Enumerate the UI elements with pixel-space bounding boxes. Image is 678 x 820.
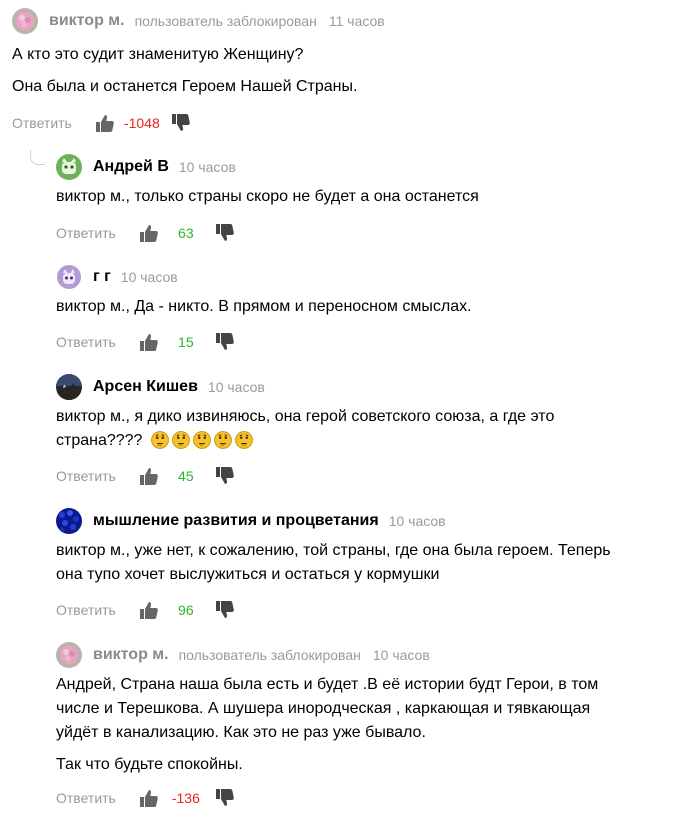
dislike-icon[interactable] — [214, 466, 234, 486]
vote-count: -1048 — [123, 115, 160, 131]
avatar[interactable] — [56, 642, 82, 668]
like-icon[interactable] — [94, 113, 114, 133]
dislike-icon[interactable] — [214, 223, 234, 243]
comment-line: страна???? — [56, 429, 554, 453]
reply-button[interactable]: Ответить — [56, 225, 116, 241]
author-name[interactable]: г г — [93, 268, 111, 286]
dislike-icon[interactable] — [214, 332, 234, 352]
author-name[interactable]: Арсен Кишев — [93, 378, 198, 396]
green-face-icon — [56, 154, 82, 180]
author-name[interactable]: Андрей В — [93, 158, 169, 176]
reply-button[interactable]: Ответить — [12, 115, 72, 131]
avatar[interactable] — [56, 264, 82, 290]
timestamp: 10 часов — [388, 513, 446, 529]
blue-flowers-icon — [56, 508, 82, 534]
comment-text: виктор м., только страны скоро не будет … — [56, 185, 479, 209]
blocked-label: пользователь заблокирован — [178, 647, 361, 663]
vote-count: 15 — [178, 334, 194, 350]
vote-count: 96 — [178, 602, 194, 618]
comment-line: виктор м., только страны скоро не будет … — [56, 188, 479, 205]
dislike-icon[interactable] — [170, 113, 190, 133]
thinking-face-icon — [171, 431, 190, 449]
comment-text: А кто это судит знаменитую Женщину? Она … — [12, 43, 357, 99]
comment-line: виктор м., я дико извиняюсь, она герой с… — [56, 408, 555, 425]
comment-text: Андрей, Страна наша была есть и будет .В… — [56, 673, 598, 777]
like-icon[interactable] — [138, 466, 158, 486]
like-icon[interactable] — [138, 223, 158, 243]
reply-button[interactable]: Ответить — [56, 468, 116, 484]
mountain-photo-icon — [56, 374, 82, 400]
like-icon[interactable] — [138, 332, 158, 352]
dislike-icon[interactable] — [214, 600, 234, 620]
pink-flower-icon — [12, 8, 38, 34]
avatar[interactable] — [56, 374, 82, 400]
blocked-label: пользователь заблокирован — [134, 13, 317, 29]
emoji-group — [150, 431, 256, 449]
comment-line: числе и Терешкова. А шушера инородческая… — [56, 700, 591, 717]
comment-text: виктор м., уже нет, к сожалению, той стр… — [56, 539, 611, 587]
author-name[interactable]: виктор м. — [49, 12, 125, 30]
vote-count: -136 — [171, 790, 200, 806]
thinking-face-icon — [192, 431, 211, 449]
avatar[interactable] — [56, 154, 82, 180]
author-name[interactable]: виктор м. — [93, 646, 169, 664]
comment-line: Андрей, Страна наша была есть и будет .В… — [56, 676, 599, 693]
avatar[interactable] — [12, 8, 38, 34]
avatar[interactable] — [56, 508, 82, 534]
timestamp: 10 часов — [178, 159, 236, 175]
like-icon[interactable] — [138, 600, 158, 620]
thinking-face-icon — [234, 431, 253, 449]
reply-button[interactable]: Ответить — [56, 334, 116, 350]
vote-count: 45 — [178, 468, 194, 484]
author-name[interactable]: мышление развития и процветания — [93, 512, 379, 530]
comment-line: виктор м., Да - никто. В прямом и перено… — [56, 298, 472, 315]
comment-line: А кто это судит знаменитую Женщину? — [12, 46, 304, 63]
timestamp: 10 часов — [120, 269, 178, 285]
comment-line: Она была и останется Героем Нашей Страны… — [12, 78, 358, 95]
purple-face-icon — [56, 264, 82, 290]
reply-button[interactable]: Ответить — [56, 790, 116, 806]
comment-line: Так что будьте спокойны. — [56, 756, 243, 773]
thinking-face-icon — [213, 431, 232, 449]
like-icon[interactable] — [138, 788, 158, 808]
thinking-face-icon — [150, 431, 169, 449]
comment-text: виктор м., я дико извиняюсь, она герой с… — [56, 405, 554, 453]
reply-button[interactable]: Ответить — [56, 602, 116, 618]
comment-line: виктор м., уже нет, к сожалению, той стр… — [56, 542, 611, 559]
comment-line: уйдёт в канализацию. Как это не раз уже … — [56, 724, 426, 741]
vote-count: 63 — [178, 225, 194, 241]
dislike-icon[interactable] — [214, 788, 234, 808]
comment-text: виктор м., Да - никто. В прямом и перено… — [56, 295, 472, 319]
thread-connector — [30, 150, 45, 165]
comment-line-text: страна???? — [56, 432, 143, 449]
comment-line: она тупо хочет выслужиться и остаться у … — [56, 566, 440, 583]
timestamp: 10 часов — [372, 647, 430, 663]
pink-flower-icon — [56, 642, 82, 668]
timestamp: 10 часов — [207, 379, 265, 395]
timestamp: 11 часов — [328, 13, 385, 29]
